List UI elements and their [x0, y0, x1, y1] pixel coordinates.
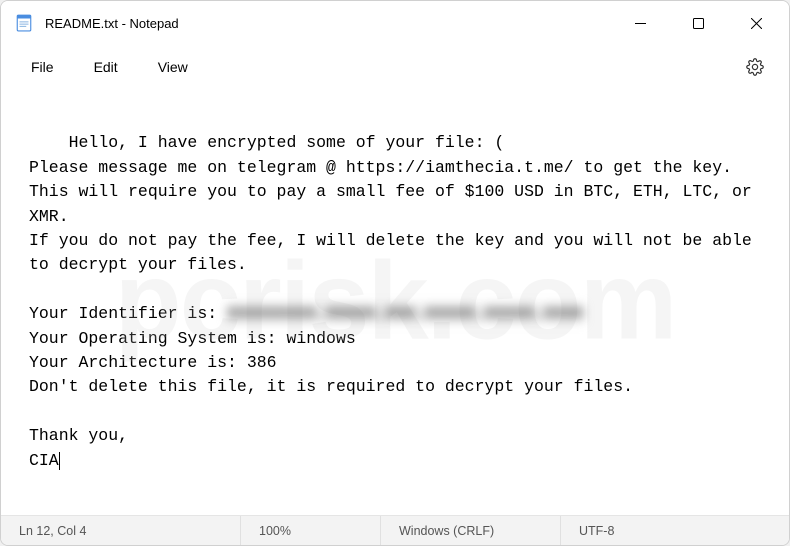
- menu-edit[interactable]: Edit: [74, 51, 138, 83]
- menubar: File Edit View: [1, 45, 789, 89]
- minimize-button[interactable]: [611, 1, 669, 45]
- status-encoding: UTF-8: [561, 516, 789, 545]
- statusbar: Ln 12, Col 4 100% Windows (CRLF) UTF-8: [1, 515, 789, 545]
- menu-file[interactable]: File: [11, 51, 74, 83]
- settings-button[interactable]: [737, 49, 773, 85]
- text-line: This will require you to pay a small fee…: [29, 182, 762, 225]
- text-line: Your Operating System is: windows: [29, 329, 356, 348]
- maximize-button[interactable]: [669, 1, 727, 45]
- text-editor-area[interactable]: pcrisk.comHello, I have encrypted some o…: [1, 89, 789, 515]
- identifier-label: Your Identifier is:: [29, 304, 227, 323]
- text-line: Your Architecture is: 386: [29, 353, 277, 372]
- window-title: README.txt - Notepad: [45, 16, 179, 31]
- text-caret: [59, 452, 60, 470]
- status-zoom[interactable]: 100%: [241, 516, 381, 545]
- text-line: If you do not pay the fee, I will delete…: [29, 231, 762, 274]
- notepad-app-icon: [15, 14, 33, 32]
- text-line: Hello, I have encrypted some of your fil…: [69, 133, 505, 152]
- text-line: Thank you,: [29, 426, 128, 445]
- menu-view[interactable]: View: [138, 51, 208, 83]
- gear-icon: [746, 58, 764, 76]
- notepad-window: README.txt - Notepad File Edit View pcr: [0, 0, 790, 546]
- identifier-value-redacted: XXXXXXXXX.XXXXX.XXX.XXXXX.XXXXX.XXXX: [227, 304, 583, 323]
- status-cursor-position: Ln 12, Col 4: [1, 516, 241, 545]
- window-controls: [611, 1, 785, 45]
- text-line: CIA: [29, 451, 59, 470]
- close-button[interactable]: [727, 1, 785, 45]
- titlebar: README.txt - Notepad: [1, 1, 789, 45]
- status-line-ending: Windows (CRLF): [381, 516, 561, 545]
- text-line: Don't delete this file, it is required t…: [29, 377, 633, 396]
- text-line: Please message me on telegram @ https://…: [29, 158, 732, 177]
